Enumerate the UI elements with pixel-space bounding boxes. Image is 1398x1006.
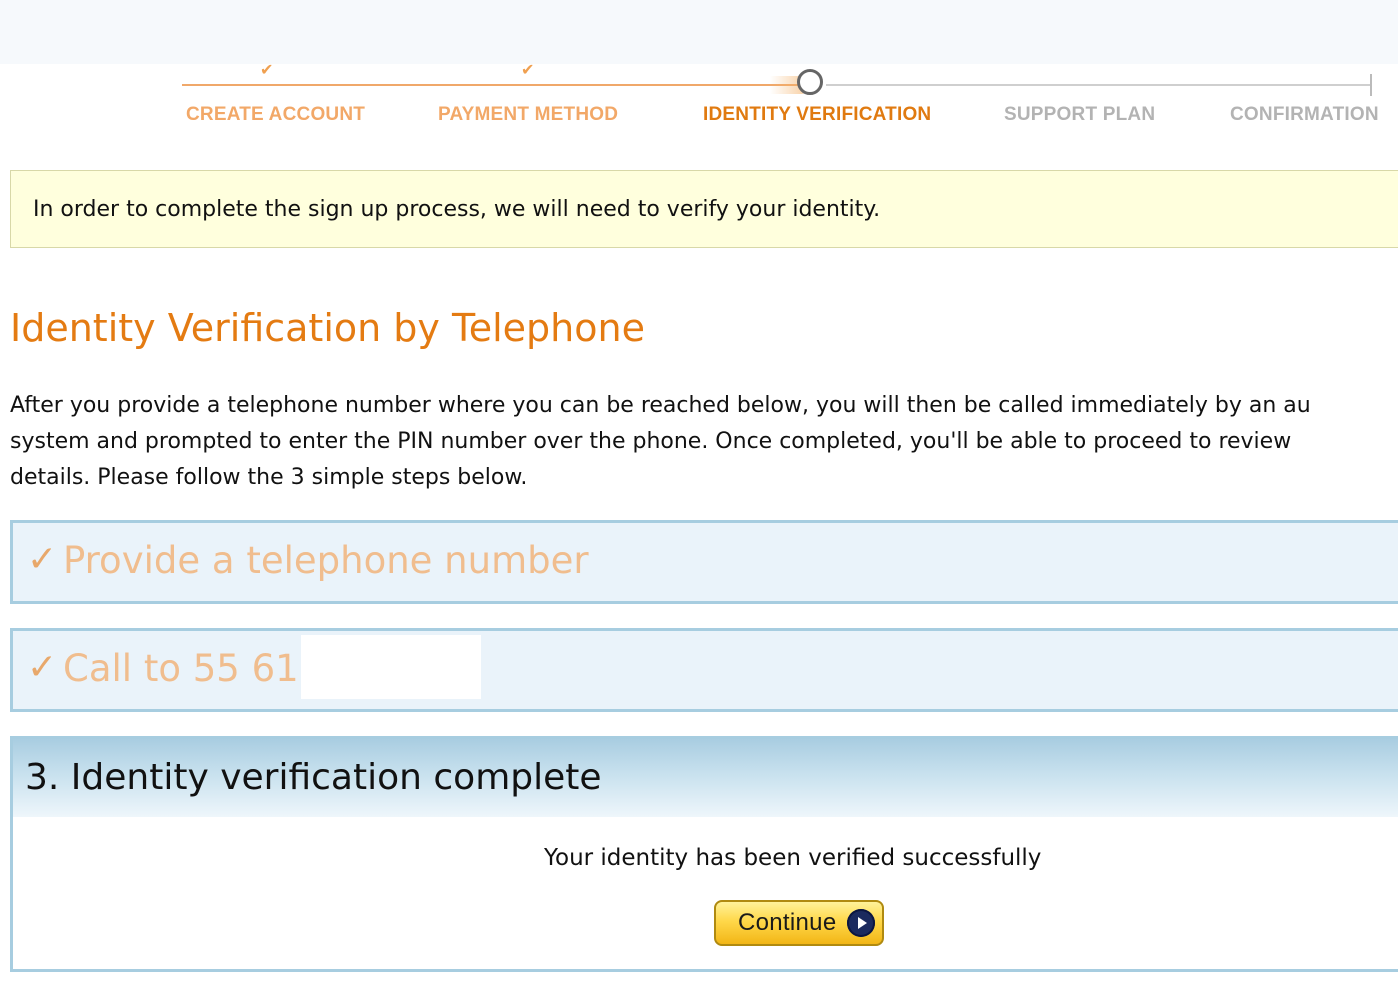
intro-line: system and prompted to enter the PIN num… <box>10 429 1292 454</box>
step-identity-verification: IDENTITY VERIFICATION <box>703 104 932 125</box>
progress-line-remaining <box>826 84 1371 86</box>
redaction-box <box>301 635 481 699</box>
intro-line: After you provide a telephone number whe… <box>10 393 1311 418</box>
continue-button-label: Continue <box>738 909 837 936</box>
progress-tracker: ✔ ✔ CREATE ACCOUNT PAYMENT METHOD IDENTI… <box>0 60 1398 144</box>
check-icon: ✓ <box>27 647 58 688</box>
step-support-plan: SUPPORT PLAN <box>1004 104 1156 125</box>
step-payment-method: PAYMENT METHOD <box>438 104 619 125</box>
top-header-bar <box>0 0 1398 64</box>
step-panel-title: Provide a telephone number <box>63 539 589 582</box>
intro-line: details. Please follow the 3 simple step… <box>10 465 528 490</box>
success-message: Your identity has been verified successf… <box>544 845 1042 871</box>
step-panel-verification-complete: 3. Identity verification complete Your i… <box>10 736 1398 972</box>
page-title: Identity Verification by Telephone <box>10 306 645 350</box>
step-panel-title: 3. Identity verification complete <box>25 757 602 798</box>
intro-paragraph: After you provide a telephone number whe… <box>10 388 1311 496</box>
step-done-check-icon: ✔ <box>521 60 535 79</box>
step-confirmation: CONFIRMATION <box>1230 104 1379 125</box>
info-notice: In order to complete the sign up process… <box>10 170 1398 248</box>
continue-button[interactable]: Continue <box>714 900 884 946</box>
step-create-account: CREATE ACCOUNT <box>186 104 366 125</box>
progress-end-marker <box>1370 74 1372 96</box>
step-panel-call[interactable]: ✓ Call to 55 613 <box>10 628 1398 712</box>
step-panel-provide-phone[interactable]: ✓ Provide a telephone number <box>10 520 1398 604</box>
check-icon: ✓ <box>27 539 58 580</box>
current-step-circle-icon <box>797 69 823 95</box>
play-arrow-icon <box>847 909 875 937</box>
step-panel-header: 3. Identity verification complete <box>13 739 1398 817</box>
progress-line-completed <box>182 84 798 86</box>
notice-text: In order to complete the sign up process… <box>33 197 881 222</box>
step-done-check-icon: ✔ <box>260 60 274 79</box>
step-panel-title: Call to 55 613 <box>63 647 323 690</box>
